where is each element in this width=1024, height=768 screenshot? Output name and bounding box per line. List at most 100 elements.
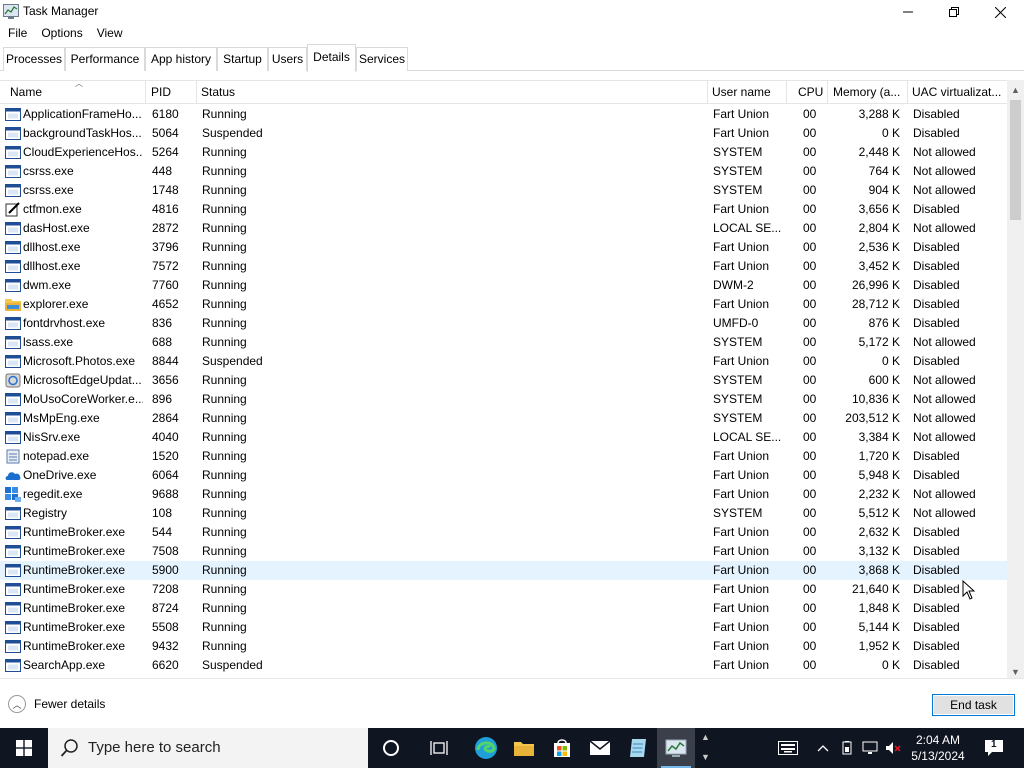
keyboard-icon[interactable] <box>777 740 799 756</box>
table-row[interactable]: SearchApp.exe 6620 Suspended Fart Union 00 0 … <box>0 656 1007 675</box>
app-frame-icon <box>5 221 21 236</box>
battery-icon[interactable] <box>838 740 856 756</box>
table-row[interactable]: RuntimeBroker.exe 544 Running Fart Union 00 2… <box>0 523 1007 542</box>
process-memory: 21,640 K <box>851 582 900 596</box>
tab-processes[interactable]: Processes <box>3 47 65 71</box>
process-user: DWM-2 <box>713 278 754 292</box>
taskbar-clock[interactable]: 2:04 AM 5/13/2024 <box>905 732 971 764</box>
table-row[interactable]: RuntimeBroker.exe 9432 Running Fart Union 00… <box>0 637 1007 656</box>
process-pid: 5508 <box>152 620 179 634</box>
process-cpu: 00 <box>803 430 817 444</box>
table-row[interactable]: Microsoft.Photos.exe 8844 Suspended Fart Un… <box>0 352 1007 371</box>
process-name: MicrosoftEdgeUpdat... <box>23 373 142 387</box>
process-uac: Disabled <box>913 468 960 482</box>
table-row[interactable]: ctfmon.exe 4816 Running Fart Union 00 3,656 K… <box>0 200 1007 219</box>
taskbar-scroll-icon[interactable]: ▲ ▼ <box>698 728 714 768</box>
table-row[interactable]: MicrosoftEdgeUpdat... 3656 Running SYSTEM 00… <box>0 371 1007 390</box>
notepad-icon <box>5 449 21 464</box>
menu-options[interactable]: Options <box>33 24 88 42</box>
column-cpu[interactable]: CPU <box>794 81 828 104</box>
app-frame-icon <box>5 563 21 578</box>
app-frame-icon <box>5 240 21 255</box>
tab-services[interactable]: Services <box>356 47 408 71</box>
cortana-icon[interactable] <box>372 728 410 768</box>
fewer-details-link[interactable]: Fewer details <box>34 697 105 711</box>
table-row[interactable]: RuntimeBroker.exe 7508 Running Fart Union 00… <box>0 542 1007 561</box>
notepad-icon[interactable] <box>619 728 657 768</box>
tab-performance[interactable]: Performance <box>65 47 145 71</box>
mail-icon[interactable] <box>581 728 619 768</box>
table-row[interactable]: Registry 108 Running SYSTEM 00 5,512 K Not all… <box>0 504 1007 523</box>
process-uac: Disabled <box>913 582 960 596</box>
table-row[interactable]: csrss.exe 1748 Running SYSTEM 00 904 K Not all… <box>0 181 1007 200</box>
store-icon[interactable] <box>543 728 581 768</box>
scroll-thumb[interactable] <box>1010 100 1021 220</box>
table-row[interactable]: explorer.exe 4652 Running Fart Union 00 28,71… <box>0 295 1007 314</box>
process-memory: 3,132 K <box>858 544 900 558</box>
network-icon[interactable] <box>861 740 879 756</box>
task-manager-taskbar-icon[interactable] <box>657 728 695 768</box>
task-view-icon[interactable] <box>420 728 458 768</box>
table-row[interactable]: fontdrvhost.exe 836 Running UMFD-0 00 876 K Di… <box>0 314 1007 333</box>
column-uac-virtualization[interactable]: UAC virtualizat... <box>908 81 1007 104</box>
column-name[interactable]: ︿ Name <box>6 81 146 104</box>
taskbar-search-box[interactable]: Type here to search <box>48 728 368 768</box>
volume-muted-icon[interactable] <box>884 740 902 756</box>
process-name: explorer.exe <box>23 297 89 311</box>
tab-startup[interactable]: Startup <box>217 47 268 71</box>
process-memory: 3,868 K <box>858 563 900 577</box>
tab-app-history[interactable]: App history <box>145 47 217 71</box>
table-row[interactable]: dllhost.exe 7572 Running Fart Union 00 3,452 … <box>0 257 1007 276</box>
table-row[interactable]: dllhost.exe 3796 Running Fart Union 00 2,536 … <box>0 238 1007 257</box>
table-row[interactable]: OneDrive.exe 6064 Running Fart Union 00 5,948… <box>0 466 1007 485</box>
chevron-up-icon[interactable] <box>814 740 832 756</box>
end-task-button[interactable]: End task <box>932 694 1015 716</box>
column-user-name[interactable]: User name <box>708 81 787 104</box>
scroll-up-icon[interactable]: ▲ <box>1007 81 1024 98</box>
minimize-button[interactable] <box>885 0 931 24</box>
table-row[interactable]: csrss.exe 448 Running SYSTEM 00 764 K Not allo… <box>0 162 1007 181</box>
column-pid[interactable]: PID <box>147 81 197 104</box>
notification-icon[interactable]: 1 <box>982 738 1006 758</box>
process-uac: Disabled <box>913 354 960 368</box>
restore-button[interactable] <box>931 0 977 24</box>
column-header-row: ︿ Name PID Status User name CPU Memory (… <box>0 80 1007 104</box>
table-row[interactable]: ApplicationFrameHo... 6180 Running Fart Uni… <box>0 105 1007 124</box>
column-status[interactable]: Status <box>197 81 708 104</box>
table-row[interactable]: MsMpEng.exe 2864 Running SYSTEM 00 203,512 K N… <box>0 409 1007 428</box>
table-row[interactable]: notepad.exe 1520 Running Fart Union 00 1,720 … <box>0 447 1007 466</box>
table-row[interactable]: MoUsoCoreWorker.e... 896 Running SYSTEM 00 10… <box>0 390 1007 409</box>
tab-users[interactable]: Users <box>268 47 307 71</box>
table-row[interactable]: RuntimeBroker.exe 5900 Running Fart Union 00… <box>0 561 1007 580</box>
vertical-scrollbar[interactable]: ▲ ▼ <box>1007 80 1024 678</box>
table-row[interactable]: backgroundTaskHos... 5064 Suspended Fart Un… <box>0 124 1007 143</box>
process-status: Running <box>202 430 247 444</box>
table-row[interactable]: RuntimeBroker.exe 5508 Running Fart Union 00… <box>0 618 1007 637</box>
table-row[interactable]: dasHost.exe 2872 Running LOCAL SE... 00 2,804… <box>0 219 1007 238</box>
title-bar: Task Manager <box>0 0 1024 24</box>
process-cpu: 00 <box>803 316 817 330</box>
process-name: ApplicationFrameHo... <box>23 107 142 121</box>
column-memory[interactable]: Memory (a... <box>829 81 908 104</box>
close-button[interactable] <box>977 0 1023 24</box>
menu-view[interactable]: View <box>89 24 129 42</box>
notification-count: 1 <box>991 739 997 750</box>
process-status: Running <box>202 259 247 273</box>
table-row[interactable]: CloudExperienceHos... 5264 Running SYSTEM 00… <box>0 143 1007 162</box>
start-button[interactable] <box>0 728 48 768</box>
edge-icon[interactable] <box>467 728 505 768</box>
tab-details[interactable]: Details <box>307 44 356 72</box>
process-memory: 0 K <box>881 126 900 140</box>
table-row[interactable]: NisSrv.exe 4040 Running LOCAL SE... 00 3,384 … <box>0 428 1007 447</box>
file-explorer-icon[interactable] <box>505 728 543 768</box>
table-row[interactable]: dwm.exe 7760 Running DWM-2 00 26,996 K Disable… <box>0 276 1007 295</box>
table-row[interactable]: RuntimeBroker.exe 7208 Running Fart Union 00… <box>0 580 1007 599</box>
menu-file[interactable]: File <box>0 24 33 42</box>
process-cpu: 00 <box>803 107 817 121</box>
chevron-up-circle-icon[interactable]: ︿ <box>8 695 26 713</box>
table-row[interactable]: lsass.exe 688 Running SYSTEM 00 5,172 K Not al… <box>0 333 1007 352</box>
process-status: Running <box>202 563 247 577</box>
process-name: dllhost.exe <box>23 240 81 254</box>
table-row[interactable]: regedit.exe 9688 Running Fart Union 00 2,232 … <box>0 485 1007 504</box>
table-row[interactable]: RuntimeBroker.exe 8724 Running Fart Union 00… <box>0 599 1007 618</box>
